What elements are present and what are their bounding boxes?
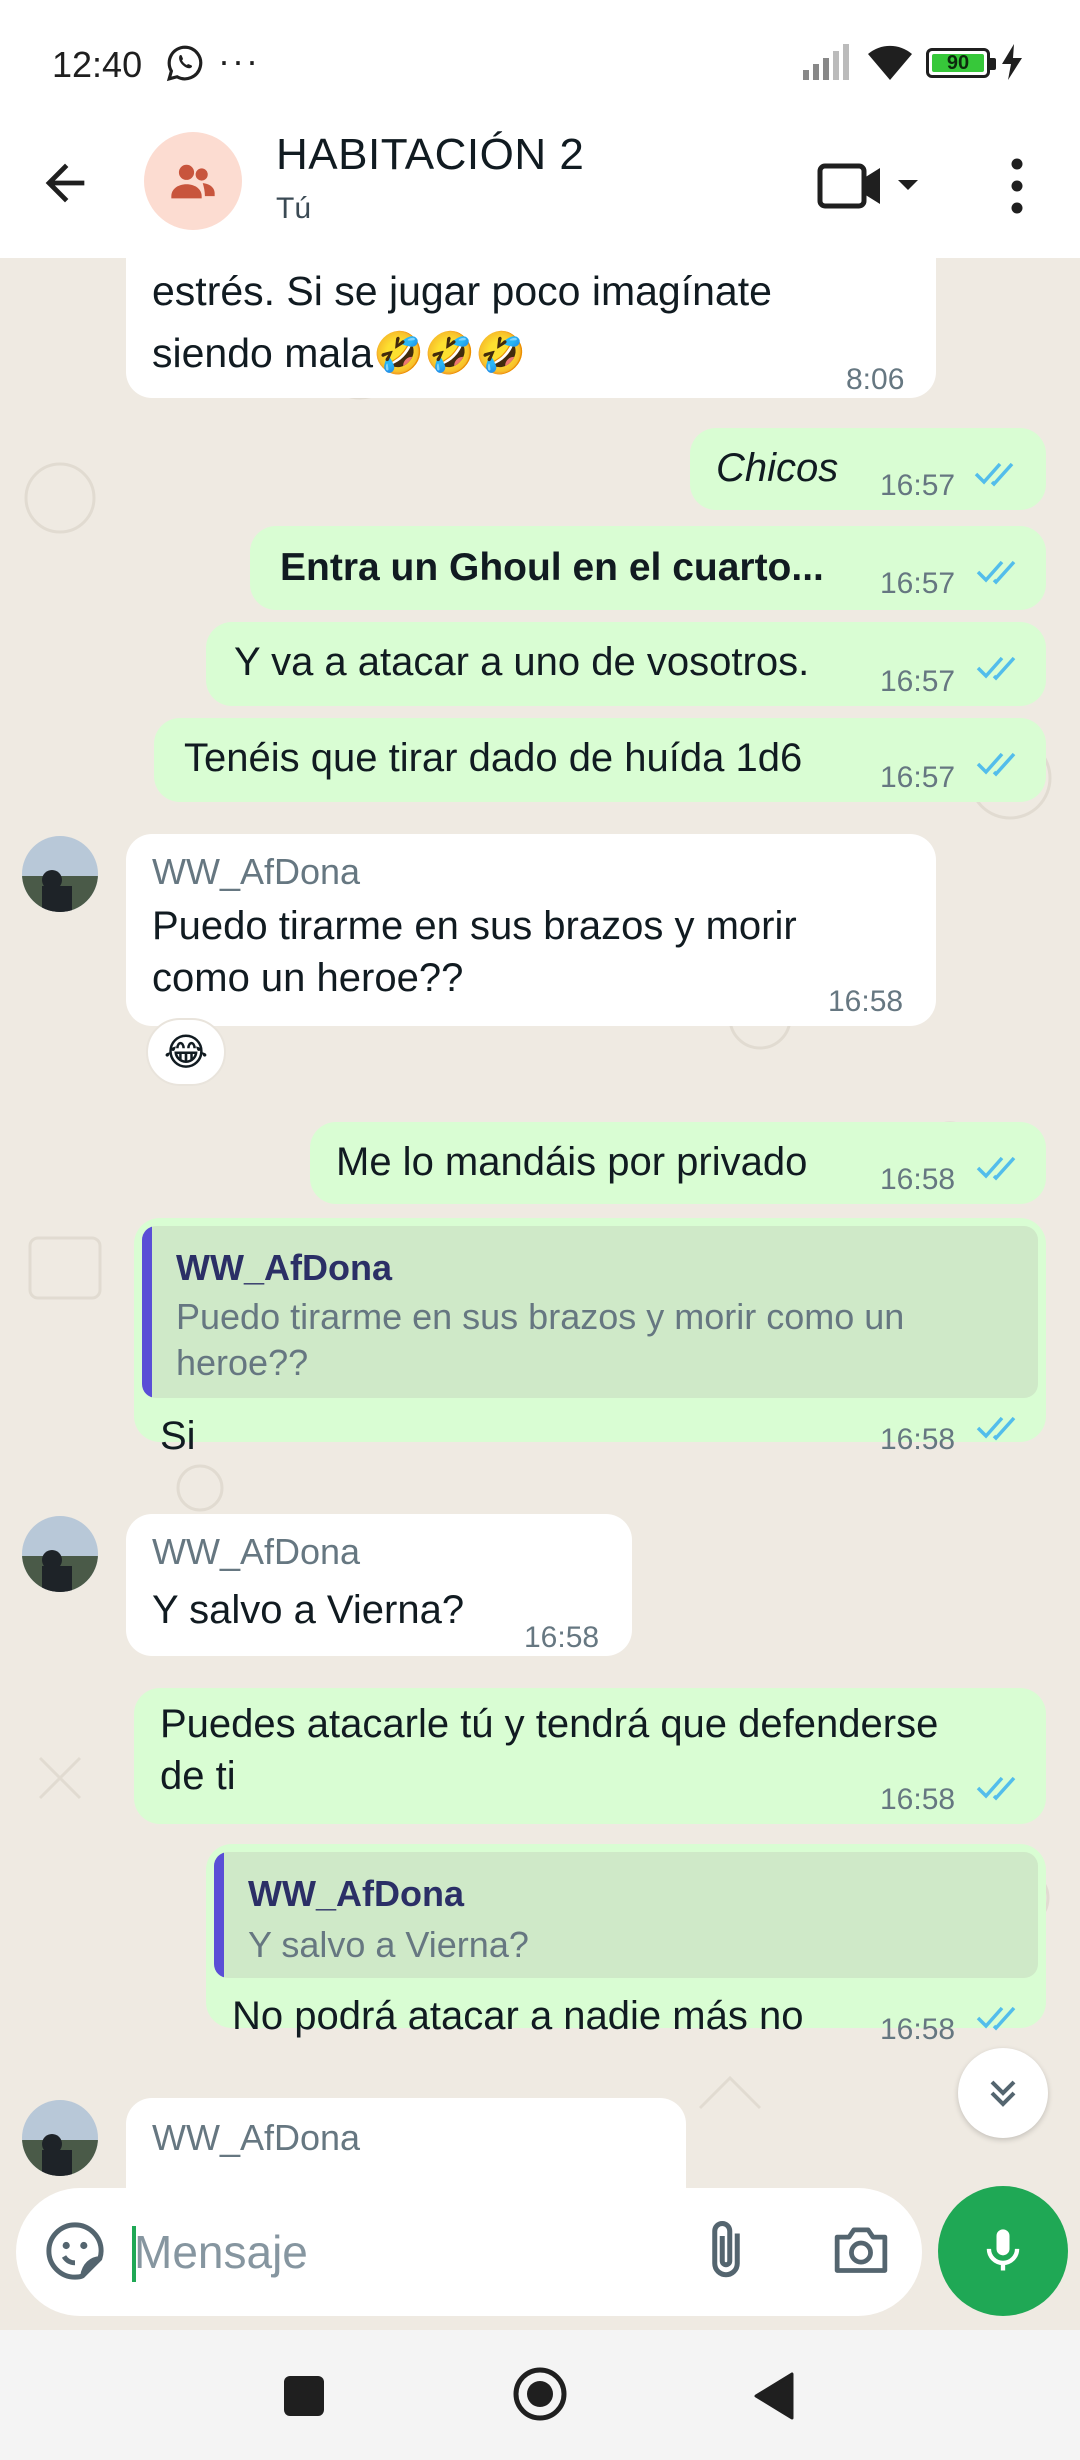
message-time: 16:57 bbox=[880, 665, 956, 698]
back-icon[interactable] bbox=[752, 2372, 794, 2420]
message-input-container[interactable] bbox=[16, 2188, 922, 2316]
composer bbox=[0, 2186, 1080, 2330]
recents-icon[interactable] bbox=[284, 2376, 324, 2416]
whatsapp-icon bbox=[166, 45, 203, 82]
scroll-to-bottom-button[interactable] bbox=[958, 2048, 1048, 2138]
quote-text: Y salvo a Vierna? bbox=[248, 1924, 529, 1965]
quote-bar bbox=[214, 1852, 224, 1978]
emoji-sticker-icon[interactable] bbox=[42, 2218, 108, 2284]
read-ticks-icon bbox=[974, 462, 1014, 487]
read-ticks-icon bbox=[976, 656, 1016, 681]
video-call-icon[interactable] bbox=[814, 158, 926, 214]
message-text: Y salvo a Vierna? bbox=[152, 1588, 465, 1632]
message-text: Y va a atacar a uno de vosotros. bbox=[234, 640, 810, 684]
quote-text: Puedo tirarme en sus brazos y morir como… bbox=[176, 1296, 905, 1383]
wifi-icon bbox=[868, 45, 912, 80]
chat-title[interactable]: HABITACIÓN 2 bbox=[276, 130, 584, 180]
message-text: Puedo tirarme en sus brazos y morir como… bbox=[152, 904, 797, 1000]
quoted-message[interactable]: WW_AfDona Puedo tirarme en sus brazos y … bbox=[142, 1226, 1038, 1398]
group-avatar[interactable] bbox=[144, 132, 242, 230]
message-time: 16:58 bbox=[880, 1783, 956, 1816]
more-vertical-icon[interactable] bbox=[1002, 154, 1032, 218]
message-time: 16:57 bbox=[880, 469, 956, 502]
chat-area[interactable]: estrés. Si se jugar poco imagínate siend… bbox=[0, 258, 1080, 2188]
chevron-down-icon bbox=[898, 180, 918, 190]
message-time: 16:57 bbox=[880, 567, 956, 600]
read-ticks-icon bbox=[976, 1776, 1016, 1801]
attach-icon[interactable] bbox=[696, 2216, 756, 2286]
read-ticks-icon bbox=[976, 752, 1016, 777]
quoted-message[interactable]: WW_AfDona Y salvo a Vierna? bbox=[214, 1852, 1038, 1978]
message-time: 16:58 bbox=[524, 1621, 600, 1654]
message-text: estrés. Si se jugar poco imagínate siend… bbox=[152, 268, 772, 376]
emoji: 🤣🤣🤣 bbox=[373, 330, 527, 376]
read-ticks-icon bbox=[976, 560, 1016, 585]
sender-name[interactable]: WW_AfDona bbox=[152, 846, 360, 898]
camera-icon[interactable] bbox=[830, 2220, 892, 2278]
double-chevron-down-icon bbox=[990, 2080, 1016, 2107]
group-icon bbox=[171, 164, 215, 199]
battery-icon: 90 bbox=[926, 48, 996, 78]
message-incoming[interactable]: WW_AfDona bbox=[126, 2098, 686, 2188]
status-time: 12:40 bbox=[52, 44, 143, 85]
message-input[interactable] bbox=[134, 2212, 674, 2292]
chat-header: HABITACIÓN 2 Tú bbox=[0, 128, 1080, 258]
message-text: Tenéis que tirar dado de huída 1d6 bbox=[184, 736, 803, 780]
message-time: 16:58 bbox=[880, 1423, 956, 1456]
sender-name[interactable]: WW_AfDona bbox=[152, 2112, 360, 2164]
avatar[interactable] bbox=[22, 2100, 98, 2176]
avatar[interactable] bbox=[22, 1516, 98, 1592]
message-text: Entra un Ghoul en el cuarto... bbox=[280, 546, 824, 589]
back-arrow-icon[interactable] bbox=[36, 154, 94, 212]
message-time: 16:58 bbox=[880, 2013, 956, 2046]
message-outgoing-reply[interactable]: WW_AfDona Y salvo a Vierna? No podrá ata… bbox=[206, 1844, 1046, 2046]
message-text: Puedes atacarle tú y tendrá que defender… bbox=[160, 1702, 939, 1798]
message-incoming[interactable]: WW_AfDona Puedo tirarme en sus brazos y … bbox=[126, 834, 936, 1026]
message-incoming[interactable]: WW_AfDona Y salvo a Vierna? 16:58 bbox=[126, 1514, 632, 1656]
message-outgoing[interactable]: Puedes atacarle tú y tendrá que defender… bbox=[134, 1688, 1046, 1824]
system-navigation-bar bbox=[0, 2330, 1080, 2460]
signal-icon bbox=[803, 44, 849, 80]
read-ticks-icon bbox=[976, 1416, 1016, 1441]
quote-bar bbox=[142, 1226, 152, 1398]
mic-icon bbox=[986, 2229, 1020, 2271]
battery-level: 90 bbox=[946, 52, 970, 74]
message-time: 16:58 bbox=[828, 985, 904, 1018]
message-outgoing-reply[interactable]: WW_AfDona Puedo tirarme en sus brazos y … bbox=[134, 1218, 1046, 1458]
message-text: Chicos bbox=[716, 446, 839, 490]
message-time: 8:06 bbox=[846, 363, 905, 396]
charging-icon bbox=[1002, 44, 1022, 80]
voice-message-button[interactable] bbox=[938, 2186, 1068, 2316]
message-time: 16:58 bbox=[880, 1163, 956, 1196]
message-outgoing[interactable]: Tenéis que tirar dado de huída 1d6 16:57 bbox=[154, 718, 1046, 802]
quote-sender: WW_AfDona bbox=[248, 1873, 464, 1914]
message-outgoing[interactable]: Chicos 16:57 bbox=[690, 428, 1046, 510]
message-outgoing[interactable]: Me lo mandáis por privado 16:58 bbox=[310, 1122, 1046, 1204]
more-dots-icon: ··· bbox=[218, 40, 260, 81]
message-outgoing[interactable]: Entra un Ghoul en el cuarto... 16:57 bbox=[250, 526, 1046, 610]
message-text: Me lo mandáis por privado bbox=[336, 1140, 808, 1184]
message-outgoing[interactable]: Y va a atacar a uno de vosotros. 16:57 bbox=[206, 622, 1046, 706]
status-bar: 12:40 ··· 90 bbox=[0, 0, 1080, 128]
read-ticks-icon bbox=[976, 2006, 1016, 2031]
avatar[interactable] bbox=[22, 836, 98, 912]
sender-name[interactable]: WW_AfDona bbox=[152, 1526, 360, 1578]
read-ticks-icon bbox=[976, 1156, 1016, 1181]
message-text: No podrá atacar a nadie más no bbox=[232, 1994, 804, 2038]
message-time: 16:57 bbox=[880, 761, 956, 794]
chat-subtitle: Tú bbox=[276, 192, 312, 225]
message-incoming[interactable]: estrés. Si se jugar poco imagínate siend… bbox=[126, 258, 936, 398]
reaction-badge[interactable]: 😂 bbox=[146, 1018, 226, 1086]
home-icon[interactable] bbox=[510, 2364, 570, 2424]
quote-sender: WW_AfDona bbox=[176, 1247, 392, 1288]
message-text: Si bbox=[160, 1414, 196, 1458]
